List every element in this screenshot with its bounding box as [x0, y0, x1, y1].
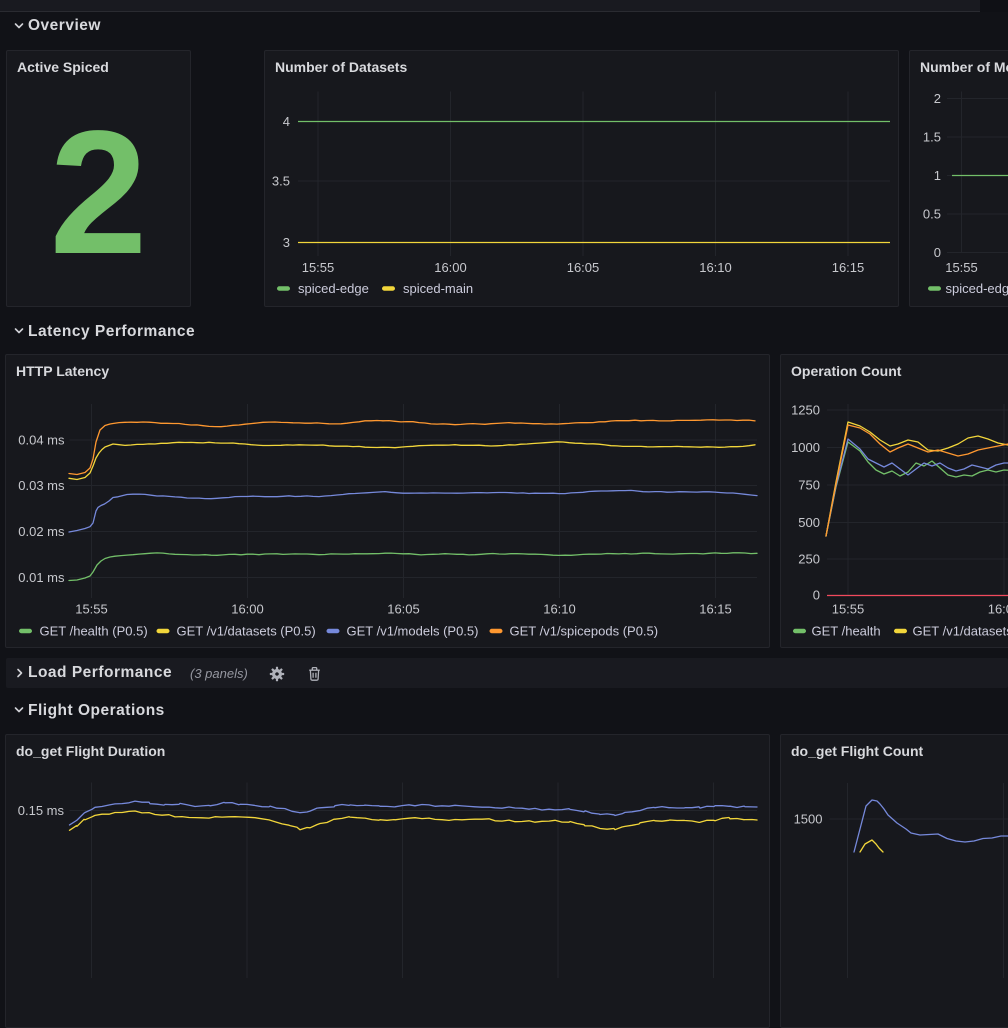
svg-text:16:10: 16:10 [699, 260, 732, 275]
svg-text:GET /v1/spicepods (P0.5): GET /v1/spicepods (P0.5) [510, 624, 659, 639]
svg-text:16:10: 16:10 [543, 602, 576, 617]
svg-text:4: 4 [283, 114, 290, 129]
svg-text:1250: 1250 [791, 403, 820, 418]
svg-text:16:00: 16:00 [231, 602, 264, 617]
svg-text:750: 750 [798, 478, 820, 493]
svg-text:GET /v1/models (P0.5): GET /v1/models (P0.5) [347, 624, 479, 639]
svg-text:16:05: 16:05 [567, 260, 600, 275]
svg-text:0.5: 0.5 [923, 207, 941, 222]
svg-text:GET /health: GET /health [812, 624, 881, 639]
svg-text:500: 500 [798, 515, 820, 530]
svg-text:2: 2 [934, 91, 941, 106]
svg-text:1000: 1000 [791, 440, 820, 455]
svg-text:0.15 ms: 0.15 ms [18, 803, 65, 818]
svg-text:15:55: 15:55 [832, 602, 865, 617]
svg-text:250: 250 [798, 552, 820, 567]
svg-text:3.5: 3.5 [272, 174, 290, 189]
svg-text:16:15: 16:15 [832, 260, 865, 275]
svg-text:GET /health (P0.5): GET /health (P0.5) [40, 624, 148, 639]
svg-text:3: 3 [283, 235, 290, 250]
svg-text:GET /v1/datasets (P0.5): GET /v1/datasets (P0.5) [177, 624, 316, 639]
svg-text:GET /v1/datasets: GET /v1/datasets [913, 624, 1008, 639]
svg-text:spiced-edge: spiced-edge [298, 281, 369, 296]
svg-text:15:55: 15:55 [302, 260, 335, 275]
svg-text:16:00: 16:00 [434, 260, 467, 275]
svg-text:16:00: 16:00 [988, 602, 1008, 617]
svg-text:0: 0 [934, 245, 941, 260]
svg-text:spiced-edge: spiced-edge [946, 281, 1008, 296]
svg-text:0: 0 [813, 588, 820, 603]
svg-text:1: 1 [934, 168, 941, 183]
svg-text:0.01 ms: 0.01 ms [18, 570, 65, 585]
svg-text:0.02 ms: 0.02 ms [18, 524, 65, 539]
svg-text:15:55: 15:55 [945, 260, 978, 275]
svg-text:15:55: 15:55 [75, 602, 108, 617]
svg-text:16:05: 16:05 [387, 602, 420, 617]
svg-text:16:15: 16:15 [699, 602, 732, 617]
svg-text:spiced-main: spiced-main [403, 281, 473, 296]
svg-text:0.04 ms: 0.04 ms [18, 433, 65, 448]
svg-text:0.03 ms: 0.03 ms [18, 478, 65, 493]
svg-text:1.5: 1.5 [923, 130, 941, 145]
svg-text:1500: 1500 [794, 812, 823, 827]
